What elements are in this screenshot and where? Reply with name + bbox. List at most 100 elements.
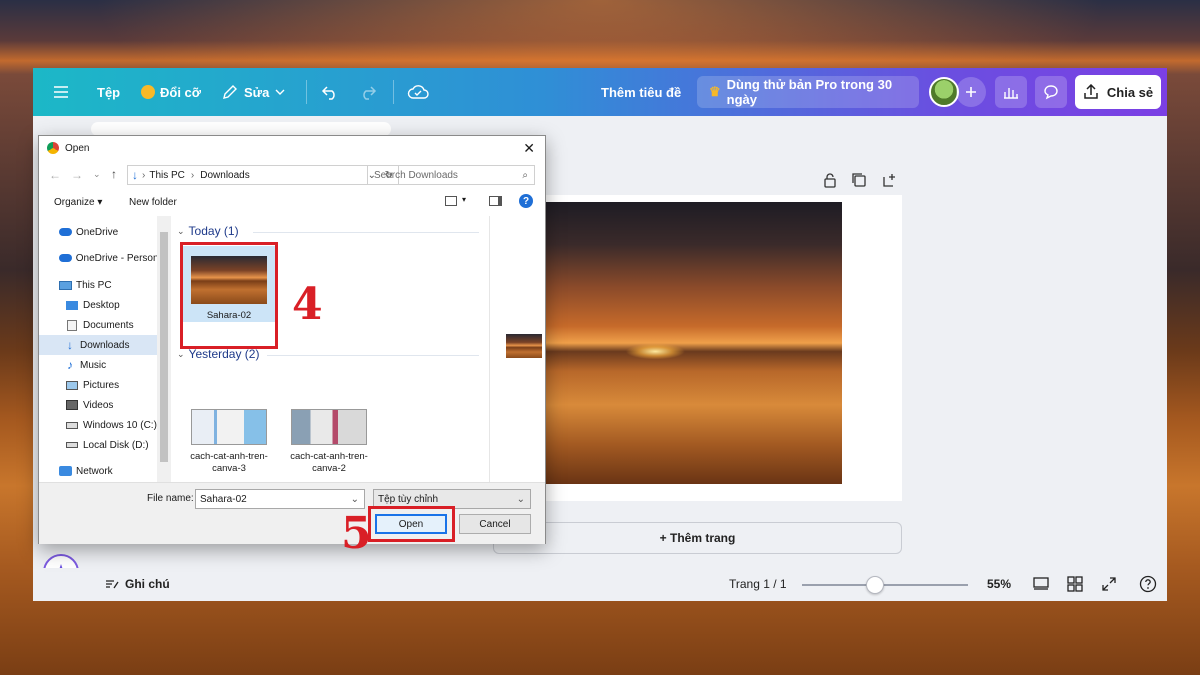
up-arrow-icon[interactable]: ↑ [111,167,117,181]
notes-button[interactable]: Ghi chú [105,577,170,591]
grid-view-icon[interactable] [1067,576,1083,592]
help-icon[interactable]: ? [519,194,533,208]
zoom-slider-thumb[interactable] [866,576,884,594]
nav-item-network[interactable]: Network [39,461,157,481]
file-thumbnail [191,409,267,445]
nav-item-downloads[interactable]: ↓ Downloads [39,335,157,355]
close-icon[interactable]: ✕ [523,140,535,157]
add-page-icon[interactable] [881,172,897,188]
group-header-today[interactable]: ⌄ Today (1) [177,224,239,238]
chevron-down-icon: ⌄ [177,225,185,236]
music-icon: ♪ [67,358,73,372]
edit-button[interactable]: Sửa [222,68,285,116]
cloud-save-icon[interactable] [407,68,429,116]
nav-item-onedrive-personal[interactable]: OneDrive - Person [39,248,157,268]
pro-trial-button[interactable]: ♛ Dùng thử bản Pro trong 30 ngày [697,76,919,108]
page-indicator[interactable]: Trang 1 / 1 [729,577,787,591]
menu-icon[interactable] [53,68,69,116]
nav-item-desktop[interactable]: Desktop [39,295,157,315]
comments-button[interactable] [1035,76,1067,108]
organize-button[interactable]: Organize ▾ [54,197,102,208]
breadcrumb-separator-icon: › [142,169,146,181]
forward-arrow-icon[interactable]: → [71,168,83,182]
bottom-bar: Ghi chú Trang 1 / 1 55% [33,568,1167,601]
dialog-title: Open [65,142,90,154]
recent-locations-icon[interactable]: ⌄ [93,169,101,180]
preview-pane-icon[interactable] [489,196,502,206]
file-menu-button[interactable]: Tệp [97,68,120,116]
nav-item-label: Downloads [80,339,130,351]
nav-item-label: OneDrive - Person [75,252,157,264]
cancel-button[interactable]: Cancel [459,514,531,534]
insights-button[interactable] [995,76,1027,108]
search-icon: ⌕ [522,169,528,181]
group-label: Today (1) [188,224,239,238]
share-button[interactable]: Chia sẻ [1075,75,1161,109]
lock-icon[interactable] [823,172,837,188]
sahara-image-on-page[interactable] [541,202,842,484]
help-icon[interactable] [1139,575,1157,593]
zoom-slider-track[interactable] [802,584,968,586]
redo-icon[interactable] [359,68,377,116]
breadcrumb-separator-icon: › [190,169,195,181]
file-item-canva-3[interactable]: cach-cat-anh-tren-canva-3 [183,409,275,475]
desktop-icon [66,300,78,310]
group-header-yesterday[interactable]: ⌄ Yesterday (2) [177,347,259,361]
cloud-icon [59,228,72,236]
address-bar[interactable]: ↓ › This PC › Downloads ⌄ ↻ [127,165,399,185]
nav-item-label: Pictures [83,379,120,391]
search-downloads-input[interactable]: Search Downloads ⌕ [367,165,535,185]
new-folder-button[interactable]: New folder [129,197,177,208]
nav-item-label: Music [80,359,107,371]
nav-item-label: This PC [76,279,112,291]
breadcrumb-downloads[interactable]: Downloads [200,170,249,181]
dialog-footer: File name: Sahara-02 ⌄ Tệp tùy chỉnh ⌄ O… [39,482,545,544]
nav-scrollbar-thumb[interactable] [160,232,168,462]
file-name-input[interactable]: Sahara-02 ⌄ [195,489,365,509]
group-divider [253,232,479,233]
chrome-icon [47,142,59,154]
add-page-button[interactable]: + Thêm trang [493,522,902,554]
fullscreen-icon[interactable] [1101,576,1117,592]
plus-icon [966,87,976,97]
nav-item-onedrive[interactable]: OneDrive [39,222,157,242]
drive-icon [66,421,78,429]
step-number-4: 4 [292,279,323,330]
chevron-down-icon: ⌄ [177,348,185,359]
bar-chart-icon [1004,88,1018,99]
breadcrumb-this-pc[interactable]: This PC [149,170,185,181]
nav-item-documents[interactable]: Documents [39,315,157,335]
page-view-icon[interactable] [1033,576,1049,592]
add-collaborator-button[interactable] [956,77,986,107]
nav-item-this-pc[interactable]: This PC [39,275,157,295]
undo-icon[interactable] [321,68,339,116]
avatar[interactable] [929,77,959,107]
nav-item-label: Documents [83,319,134,331]
nav-item-videos[interactable]: Videos [39,395,157,415]
back-arrow-icon[interactable]: ← [49,168,61,182]
duplicate-icon[interactable] [851,172,867,188]
nav-item-music[interactable]: ♪ Music [39,355,157,375]
crown-icon [141,85,155,99]
nav-item-drive-d[interactable]: Local Disk (D:) [39,435,157,455]
search-placeholder: Search Downloads [374,169,458,181]
organize-label: Organize [54,197,95,208]
nav-item-drive-c[interactable]: Windows 10 (C:) [39,415,157,435]
design-title[interactable]: Thêm tiêu đề [601,68,681,116]
zoom-level[interactable]: 55% [987,577,1011,591]
step-number-5: 5 [341,508,372,559]
group-label: Yesterday (2) [188,347,260,361]
chevron-down-icon[interactable]: ▾ [462,195,466,204]
edit-label: Sửa [244,84,270,100]
chevron-down-icon[interactable]: ⌄ [351,494,359,505]
nav-item-label: Local Disk (D:) [83,439,149,451]
nav-item-label: Desktop [83,299,120,311]
view-options-icon[interactable] [445,196,457,206]
nav-item-label: Network [76,465,113,477]
preview-pane [489,216,545,482]
nav-item-pictures[interactable]: Pictures [39,375,157,395]
dialog-toolbar: Organize ▾ New folder ▾ ? [39,192,545,216]
file-name-label: cach-cat-anh-tren-canva-2 [290,451,368,474]
resize-button[interactable]: Đổi cỡ [141,68,201,116]
file-item-canva-2[interactable]: cach-cat-anh-tren-canva-2 [283,409,375,475]
